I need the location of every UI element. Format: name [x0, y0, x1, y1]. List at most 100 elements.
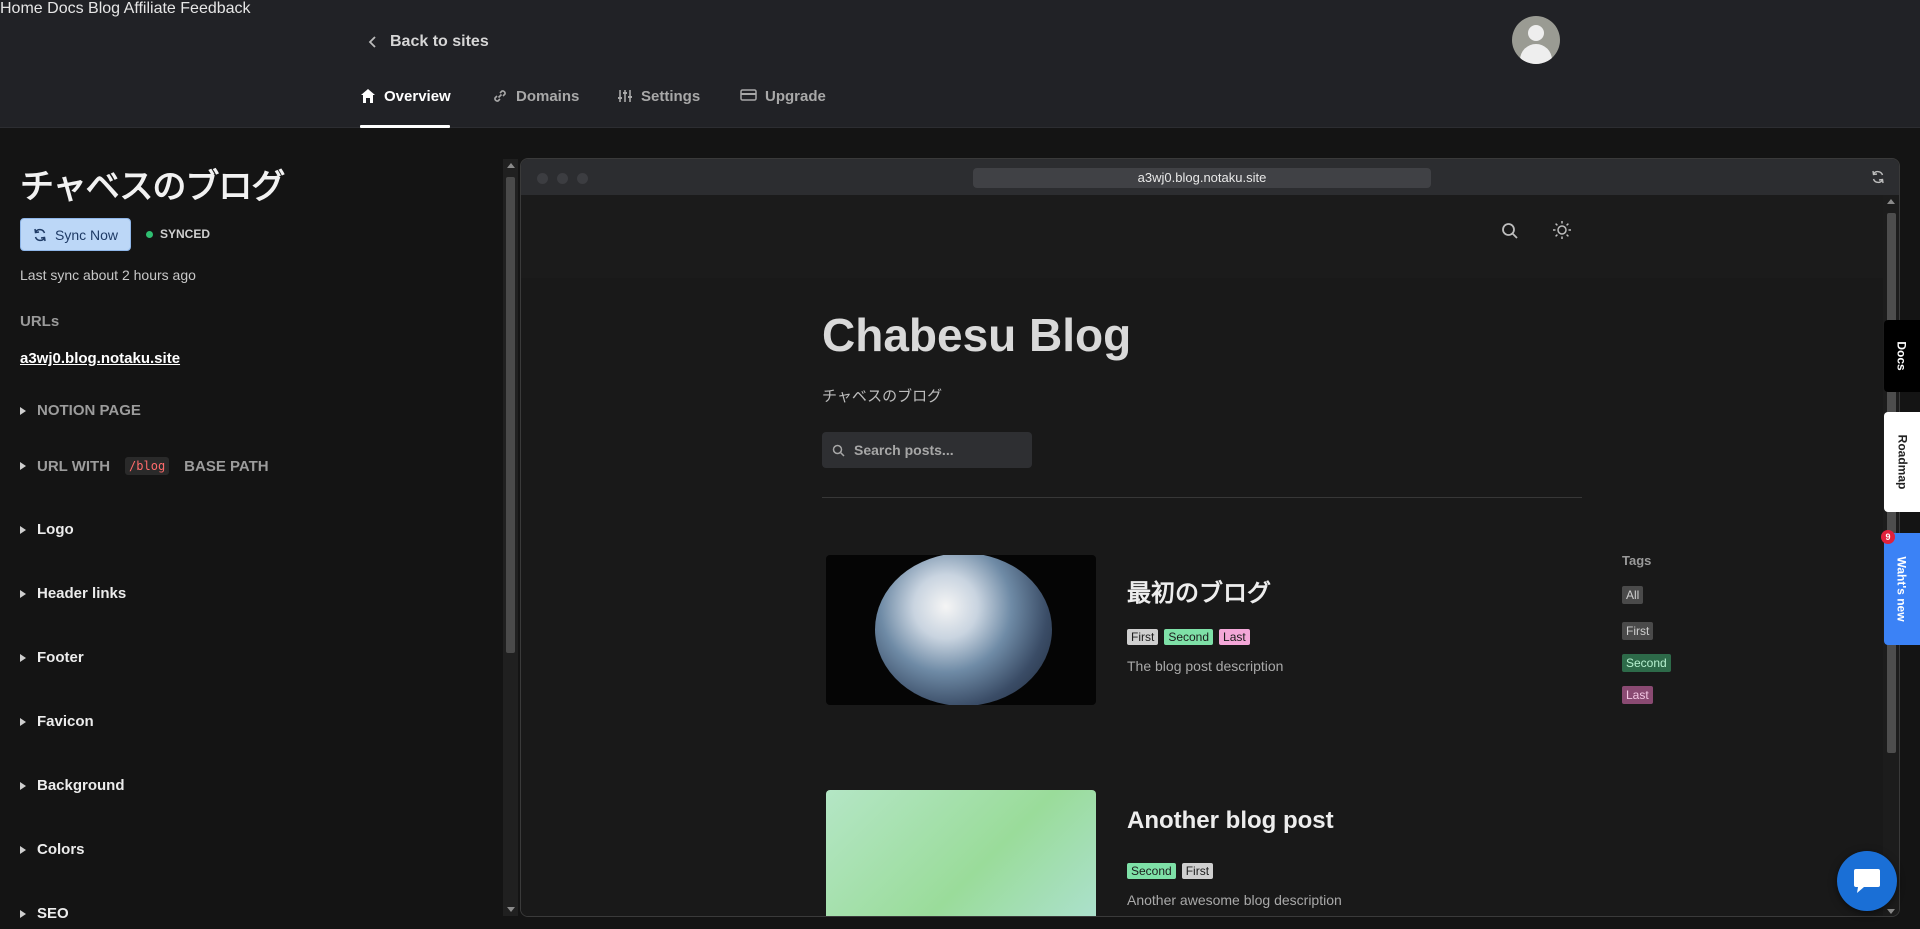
- section-seo-label: SEO: [37, 905, 69, 922]
- sidebar-scrollbar[interactable]: [503, 159, 518, 916]
- section-header-links-label: Header links: [37, 585, 127, 602]
- roadmap-side-tab[interactable]: Roadmap: [1884, 412, 1920, 512]
- tags-heading: Tags: [1622, 553, 1652, 568]
- section-favicon[interactable]: Favicon: [20, 713, 94, 730]
- preview-header: [521, 195, 1883, 278]
- credit-card-icon: [740, 89, 757, 101]
- tab-domains[interactable]: Domains: [492, 88, 579, 128]
- caret-right-icon: [20, 717, 26, 726]
- roadmap-side-tab-label: Roadmap: [1895, 434, 1909, 490]
- notification-badge: 9: [1881, 530, 1895, 544]
- top-bar: Back to sites Home Docs Blog Affiliate F…: [0, 0, 1920, 128]
- tag-filter-all[interactable]: All: [1622, 586, 1644, 604]
- tag-badge[interactable]: First: [1127, 629, 1159, 645]
- chat-launcher-button[interactable]: [1837, 851, 1897, 911]
- site-url-link[interactable]: a3wj0.blog.notaku.site: [20, 350, 180, 367]
- docs-side-tab[interactable]: Docs: [1884, 320, 1920, 392]
- section-footer-label: Footer: [37, 649, 84, 666]
- tag-filter-last[interactable]: Last: [1622, 686, 1653, 704]
- url-with-label: URL WITH: [37, 457, 111, 475]
- nav-docs[interactable]: Docs: [47, 0, 83, 17]
- tab-upgrade-label: Upgrade: [765, 88, 826, 105]
- post-search-input[interactable]: Search posts...: [822, 432, 1032, 468]
- post-thumbnail-earth[interactable]: [826, 555, 1096, 705]
- tag-filter-first[interactable]: First: [1622, 622, 1654, 640]
- last-sync-text: Last sync about 2 hours ago: [20, 267, 196, 283]
- search-icon: [832, 444, 845, 457]
- site-title: チャベスのブログ: [20, 168, 285, 206]
- chevron-left-icon: [368, 36, 376, 48]
- nav-home[interactable]: Home: [0, 0, 43, 17]
- home-icon: [361, 89, 375, 103]
- tag-badge[interactable]: Second: [1164, 629, 1214, 645]
- caret-right-icon: [20, 589, 26, 598]
- section-url-base-path[interactable]: URL WITH/blog BASE PATH: [20, 457, 269, 475]
- section-background-label: Background: [37, 777, 125, 794]
- section-background[interactable]: Background: [20, 777, 125, 794]
- tab-settings[interactable]: Settings: [617, 88, 700, 128]
- nav-affiliate[interactable]: Affiliate: [124, 0, 176, 17]
- section-logo[interactable]: Logo: [20, 521, 74, 538]
- preview-content: Chabesu Blog チャベスのブログ Search posts... 最初…: [521, 195, 1883, 916]
- sliders-icon: [618, 90, 632, 102]
- nav-feedback[interactable]: Feedback: [180, 0, 250, 17]
- nav-blog[interactable]: Blog: [88, 0, 120, 17]
- urls-heading: URLs: [20, 313, 60, 330]
- section-logo-label: Logo: [37, 521, 74, 538]
- tab-upgrade[interactable]: Upgrade: [740, 88, 826, 128]
- section-notion-page-label: NOTION PAGE: [37, 402, 141, 419]
- preview-address-bar: a3wj0.blog.notaku.site: [973, 168, 1431, 188]
- sync-now-button[interactable]: Sync Now: [20, 218, 131, 251]
- whats-new-side-tab-label: Waht's new: [1895, 556, 1909, 622]
- back-label: Back to sites: [390, 33, 489, 50]
- avatar[interactable]: [1512, 16, 1560, 64]
- section-notion-page[interactable]: NOTION PAGE: [20, 402, 141, 419]
- caret-right-icon: [20, 653, 26, 662]
- caret-right-icon: [20, 845, 26, 854]
- section-colors-label: Colors: [37, 841, 85, 858]
- reload-icon[interactable]: [1871, 170, 1885, 184]
- search-placeholder: Search posts...: [854, 442, 954, 458]
- settings-sidebar: チャベスのブログ Sync Now SYNCED Last sync about…: [0, 129, 500, 929]
- scroll-up-icon[interactable]: [507, 163, 515, 168]
- caret-right-icon: [20, 909, 26, 918]
- tag-badge[interactable]: Second: [1127, 863, 1176, 879]
- section-header-links[interactable]: Header links: [20, 585, 126, 602]
- post-description: Another awesome blog description: [1127, 892, 1342, 908]
- section-seo[interactable]: SEO: [20, 905, 69, 922]
- tag-badge[interactable]: First: [1181, 863, 1214, 879]
- caret-right-icon: [20, 406, 26, 415]
- back-to-sites-link[interactable]: Back to sites: [368, 33, 489, 51]
- caret-right-icon: [20, 781, 26, 790]
- section-favicon-label: Favicon: [37, 713, 94, 730]
- tab-overview[interactable]: Overview: [360, 88, 451, 128]
- theme-toggle-sun-icon[interactable]: [1552, 220, 1572, 240]
- blog-subtitle: チャベスのブログ: [822, 388, 943, 405]
- active-tab-indicator: [360, 125, 450, 128]
- earth-image: [875, 555, 1052, 705]
- tag-badge[interactable]: Last: [1219, 629, 1250, 645]
- window-dot-icon: [557, 173, 568, 184]
- scrollbar-thumb[interactable]: [506, 177, 515, 653]
- blog-title: Chabesu Blog: [822, 309, 1132, 361]
- tab-domains-label: Domains: [516, 88, 580, 105]
- tag-filter-second[interactable]: Second: [1622, 654, 1671, 672]
- caret-right-icon: [20, 525, 26, 534]
- caret-right-icon: [20, 462, 26, 470]
- tab-settings-label: Settings: [641, 88, 701, 105]
- scroll-up-icon[interactable]: [1887, 199, 1895, 204]
- scroll-down-icon[interactable]: [507, 907, 515, 912]
- avatar-body-icon: [1520, 44, 1552, 64]
- whats-new-side-tab[interactable]: Waht's new: [1884, 533, 1920, 645]
- section-colors[interactable]: Colors: [20, 841, 85, 858]
- scroll-down-icon[interactable]: [1887, 909, 1895, 914]
- window-dot-icon: [577, 173, 588, 184]
- chat-bubble-icon: [1854, 869, 1880, 893]
- post-tags: Second First: [1127, 862, 1219, 880]
- post-title[interactable]: 最初のブログ: [1127, 573, 1271, 608]
- post-title[interactable]: Another blog post: [1127, 807, 1334, 835]
- post-thumbnail-gradient[interactable]: [826, 790, 1096, 916]
- search-icon[interactable]: [1501, 222, 1519, 240]
- section-footer[interactable]: Footer: [20, 649, 84, 666]
- base-path-code: /blog: [125, 457, 170, 475]
